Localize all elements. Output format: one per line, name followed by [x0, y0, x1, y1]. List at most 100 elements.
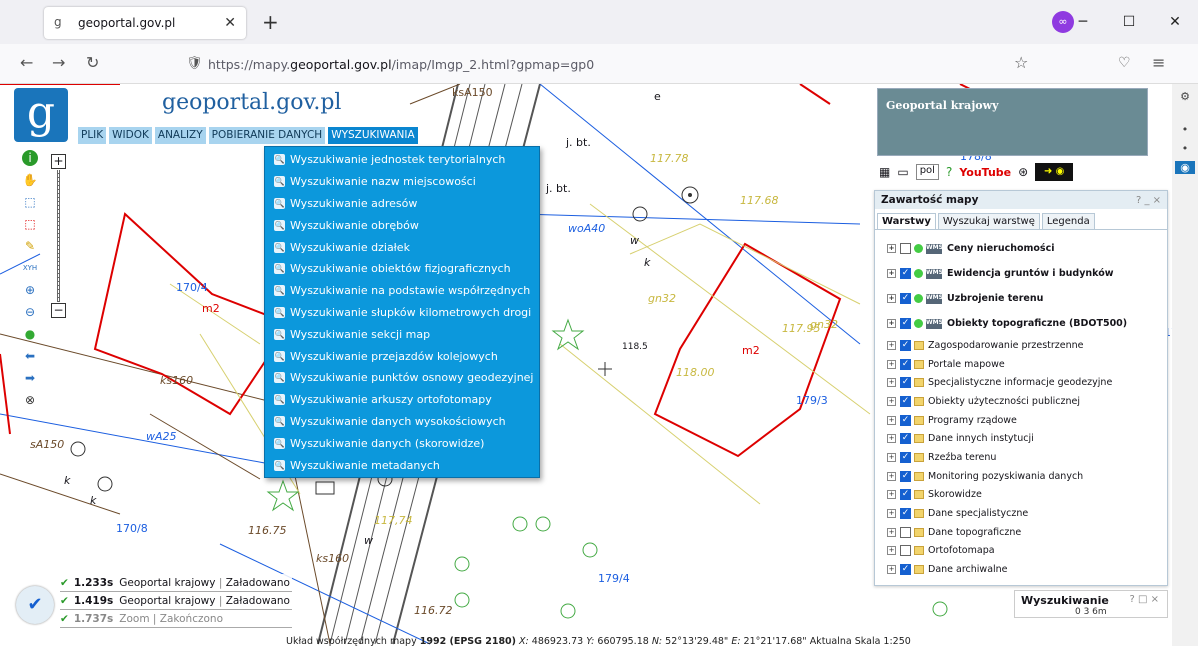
layer-item[interactable]: + ✓ Skorowidze: [887, 486, 1167, 505]
menu-icon[interactable]: ≡: [1152, 53, 1165, 72]
globe-icon[interactable]: ●: [22, 326, 38, 342]
youtube-link[interactable]: YouTube: [959, 165, 1012, 179]
grid-icon[interactable]: ▦: [879, 165, 890, 179]
zoom-in-icon[interactable]: ⊕: [22, 282, 38, 298]
layer-item[interactable]: + ✓ Zagospodarowanie przestrzenne: [887, 336, 1167, 355]
geoportal-logo[interactable]: g: [14, 88, 68, 142]
settings-icon[interactable]: ⚙: [1172, 90, 1198, 103]
layer-checkbox[interactable]: ✓: [900, 293, 911, 304]
dropdown-item[interactable]: 🔍 Wyszukiwanie adresów: [265, 193, 539, 215]
expand-icon[interactable]: +: [887, 319, 896, 328]
layer-item[interactable]: + ✓ WMS Ewidencja gruntów i budynków: [887, 261, 1167, 286]
close-tab-icon[interactable]: ✕: [224, 15, 236, 31]
expand-icon[interactable]: +: [887, 471, 896, 481]
expand-icon[interactable]: +: [887, 452, 896, 462]
maximize-button[interactable]: ☐: [1106, 14, 1152, 30]
layer-item[interactable]: + ✓ Monitoring pozyskiwania danych: [887, 467, 1167, 486]
confirm-check-icon[interactable]: ✔: [16, 586, 54, 624]
zoom-out-icon[interactable]: ⊖: [22, 304, 38, 320]
panel-controls[interactable]: ? _ ×: [1136, 195, 1161, 206]
zoom-minus-button[interactable]: −: [51, 303, 66, 318]
close-window-button[interactable]: ✕: [1152, 14, 1198, 30]
dropdown-item[interactable]: 🔍 Wyszukiwanie na podstawie współrzędnych: [265, 280, 539, 302]
expand-icon[interactable]: +: [887, 359, 896, 369]
expand-icon[interactable]: +: [887, 378, 896, 388]
menu-pobieranie-danych[interactable]: POBIERANIE DANYCH: [208, 127, 326, 144]
eye-toggle-icon[interactable]: ◉: [1175, 161, 1195, 174]
expand-icon[interactable]: +: [887, 415, 896, 425]
dropdown-item[interactable]: 🔍 Wyszukiwanie obrębów: [265, 214, 539, 236]
new-tab-button[interactable]: +: [262, 10, 279, 34]
layer-checkbox[interactable]: [900, 243, 911, 254]
address-bar[interactable]: https://mapy. geoportal.gov.pl/imap/Imgp_…: [208, 50, 1028, 78]
minimize-button[interactable]: ─: [1060, 14, 1106, 30]
expand-icon[interactable]: +: [887, 269, 896, 278]
dropdown-item[interactable]: 🔍 Wyszukiwanie danych wysokościowych: [265, 411, 539, 433]
layer-item[interactable]: + ✓ Rzeźba terenu: [887, 448, 1167, 467]
expand-icon[interactable]: +: [887, 294, 896, 303]
layer-checkbox[interactable]: ✓: [900, 433, 911, 445]
pocket-icon[interactable]: ♡: [1118, 55, 1131, 71]
expand-icon[interactable]: +: [887, 490, 896, 500]
layer-item[interactable]: + ✓ Specjalistyczne informacje geodezyjne: [887, 373, 1167, 392]
overview-map[interactable]: Geoportal krajowy: [877, 88, 1148, 156]
dot-icon[interactable]: •: [1172, 123, 1198, 136]
expand-icon[interactable]: +: [887, 565, 896, 575]
layer-checkbox[interactable]: [900, 526, 911, 538]
info-icon[interactable]: i: [22, 150, 38, 166]
xyh-icon[interactable]: XYH: [22, 260, 38, 276]
zoom-box-icon[interactable]: ⬚: [22, 194, 38, 210]
zoom-plus-button[interactable]: +: [51, 154, 66, 169]
expand-icon[interactable]: +: [887, 509, 896, 519]
dropdown-item[interactable]: 🔍 Wyszukiwanie metadanych: [265, 454, 539, 476]
expand-icon[interactable]: +: [887, 340, 896, 350]
layer-item[interactable]: + ✓ Programy rządowe: [887, 411, 1167, 430]
layer-checkbox[interactable]: ✓: [900, 377, 911, 389]
layer-item[interactable]: + Ortofotomapa: [887, 542, 1167, 561]
dropdown-item[interactable]: 🔍 Wyszukiwanie punktów osnowy geodezyjnej: [265, 367, 539, 389]
dropdown-item[interactable]: 🔍 Wyszukiwanie danych (skorowidze): [265, 432, 539, 454]
search-controls[interactable]: ? □ ×: [1130, 594, 1160, 605]
zoom-out-box-icon[interactable]: ⬚: [22, 216, 38, 232]
wms-icon[interactable]: ▭: [897, 165, 908, 179]
tab-wyszukaj-warstwe[interactable]: Wyszukaj warstwę: [937, 213, 1040, 229]
menu-wyszukiwania[interactable]: WYSZUKIWANIA: [328, 127, 418, 144]
pencil-icon[interactable]: ✎: [22, 238, 38, 254]
forward-button[interactable]: →: [52, 53, 65, 72]
menu-plik[interactable]: PLIK: [78, 127, 107, 144]
layer-checkbox[interactable]: ✓: [900, 318, 911, 329]
dropdown-item[interactable]: 🔍 Wyszukiwanie obiektów fizjograficznych: [265, 258, 539, 280]
dropdown-item[interactable]: 🔍 Wyszukiwanie przejazdów kolejowych: [265, 345, 539, 367]
expand-icon[interactable]: +: [887, 434, 896, 444]
pan-hand-icon[interactable]: ✋: [22, 172, 38, 188]
browser-tab[interactable]: g geoportal.gov.pl ✕: [44, 7, 246, 39]
dropdown-item[interactable]: 🔍 Wyszukiwanie sekcji map: [265, 323, 539, 345]
expand-icon[interactable]: +: [887, 546, 896, 556]
dropdown-item[interactable]: 🔍 Wyszukiwanie działek: [265, 236, 539, 258]
dropdown-item[interactable]: 🔍 Wyszukiwanie słupków kilometrowych drog…: [265, 302, 539, 324]
menu-analizy[interactable]: ANALIZY: [154, 127, 206, 144]
tab-legenda[interactable]: Legenda: [1041, 213, 1095, 229]
forward-arrow-icon[interactable]: ➡: [22, 370, 38, 386]
layer-checkbox[interactable]: ✓: [900, 358, 911, 370]
layer-checkbox[interactable]: ✓: [900, 414, 911, 426]
help-icon[interactable]: ?: [946, 165, 952, 179]
layer-checkbox[interactable]: ✓: [900, 470, 911, 482]
expand-icon[interactable]: +: [887, 527, 896, 537]
accessibility-icon[interactable]: ⊛: [1018, 165, 1028, 179]
layer-item[interactable]: + Dane topograficzne: [887, 523, 1167, 542]
layer-item[interactable]: + WMS Ceny nieruchomości: [887, 236, 1167, 261]
zoom-slider[interactable]: + −: [51, 154, 67, 318]
layer-item[interactable]: + ✓ Dane innych instytucji: [887, 429, 1167, 448]
tab-warstwy[interactable]: Warstwy: [877, 213, 936, 229]
expand-icon[interactable]: +: [887, 396, 896, 406]
contrast-eye-icon[interactable]: ➜ ◉: [1035, 163, 1074, 181]
reload-button[interactable]: ↻: [86, 53, 99, 72]
layer-item[interactable]: + ✓ WMS Uzbrojenie terenu: [887, 286, 1167, 311]
zoom-rail[interactable]: [57, 170, 60, 302]
dropdown-item[interactable]: 🔍 Wyszukiwanie arkuszy ortofotomapy: [265, 389, 539, 411]
layer-item[interactable]: + ✓ Dane archiwalne: [887, 560, 1167, 579]
layer-checkbox[interactable]: ✓: [900, 395, 911, 407]
layer-checkbox[interactable]: ✓: [900, 339, 911, 351]
shield-icon[interactable]: 🛡: [186, 56, 203, 71]
